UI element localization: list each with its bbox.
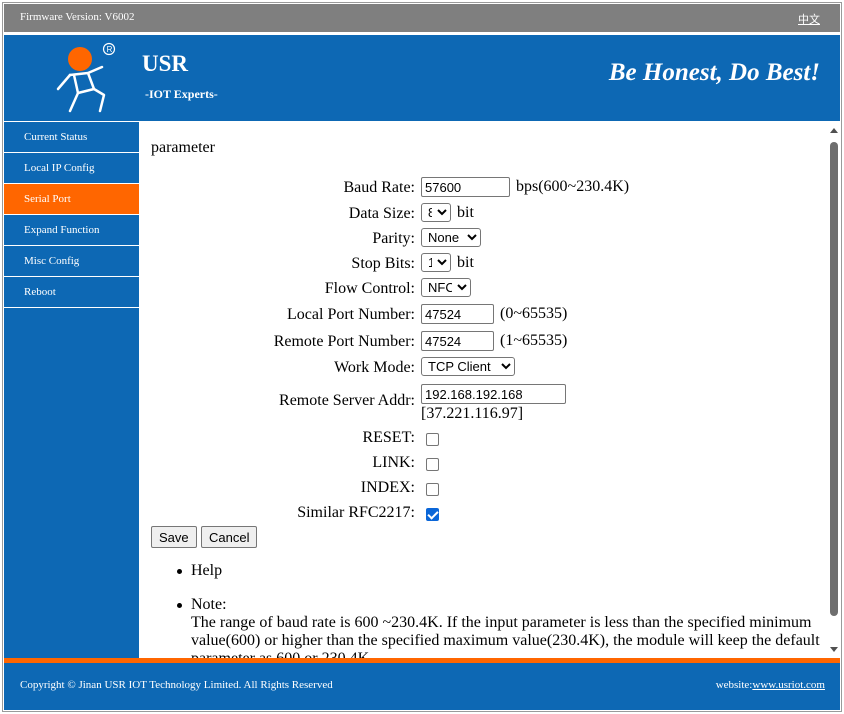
local-port-range: (0~65535) bbox=[500, 305, 568, 322]
footer: Copyright © Jinan USR IOT Technology Lim… bbox=[4, 663, 840, 710]
remote-port-label: Remote Port Number: bbox=[273, 333, 415, 350]
local-port-input[interactable] bbox=[421, 304, 494, 324]
bullet-dot bbox=[177, 569, 182, 574]
baud-rate-label: Baud Rate: bbox=[343, 179, 415, 196]
stop-bits-unit: bit bbox=[457, 253, 474, 271]
parity-row: Parity: None bbox=[139, 228, 829, 252]
local-port-row: Local Port Number: (0~65535) bbox=[139, 304, 829, 328]
copyright-text: Copyright © Jinan USR IOT Technology Lim… bbox=[20, 679, 333, 691]
main-content: parameter Baud Rate: bps(600~230.4K) Dat… bbox=[139, 122, 840, 658]
flow-control-label: Flow Control: bbox=[324, 280, 415, 297]
section-title: parameter bbox=[151, 139, 215, 156]
remote-server-label: Remote Server Addr: bbox=[279, 392, 415, 409]
data-size-row: Data Size: 8 bit bbox=[139, 203, 829, 227]
sidebar: Current Status Local IP Config Serial Po… bbox=[4, 122, 139, 658]
website-link[interactable]: www.usriot.com bbox=[752, 679, 825, 691]
scroll-down-arrow-icon[interactable] bbox=[830, 647, 838, 652]
remote-server-input[interactable] bbox=[421, 384, 566, 404]
link-row: LINK: bbox=[139, 452, 829, 476]
baud-rate-input[interactable] bbox=[421, 177, 510, 197]
index-checkbox[interactable] bbox=[426, 483, 439, 496]
remote-port-input[interactable] bbox=[421, 331, 494, 351]
rfc2217-checkbox[interactable] bbox=[426, 508, 439, 521]
sidebar-item-expand-function[interactable]: Expand Function bbox=[4, 215, 139, 246]
save-button[interactable]: Save bbox=[151, 526, 197, 548]
link-checkbox[interactable] bbox=[426, 458, 439, 471]
baud-rate-row: Baud Rate: bps(600~230.4K) bbox=[139, 177, 829, 201]
brand-name: USR bbox=[142, 51, 189, 76]
stop-bits-row: Stop Bits: 1 bit bbox=[139, 253, 829, 277]
top-bar: Firmware Version: V6002 中文 bbox=[4, 4, 840, 32]
index-label: INDEX: bbox=[360, 479, 415, 496]
firmware-version: Firmware Version: V6002 bbox=[20, 11, 135, 23]
flow-control-select[interactable]: NFC bbox=[421, 278, 471, 297]
local-port-label: Local Port Number: bbox=[287, 306, 415, 323]
link-label: LINK: bbox=[372, 454, 415, 471]
work-mode-select[interactable]: TCP Client bbox=[421, 357, 515, 376]
remote-server-resolved-ip: [37.221.116.97] bbox=[421, 405, 524, 422]
remote-port-range: (1~65535) bbox=[500, 332, 568, 349]
stop-bits-select[interactable]: 1 bbox=[421, 253, 451, 272]
sidebar-item-current-status[interactable]: Current Status bbox=[4, 122, 139, 153]
data-size-select[interactable]: 8 bbox=[421, 203, 451, 222]
remote-server-row: Remote Server Addr: [37.221.116.97] bbox=[139, 384, 829, 424]
sidebar-item-reboot[interactable]: Reboot bbox=[4, 277, 139, 308]
note-label: Note: bbox=[191, 596, 227, 613]
work-mode-label: Work Mode: bbox=[334, 359, 415, 376]
rfc2217-row: Similar RFC2217: bbox=[139, 502, 829, 526]
usr-logo-icon: R bbox=[56, 42, 116, 113]
remote-port-row: Remote Port Number: (1~65535) bbox=[139, 331, 829, 355]
reset-label: RESET: bbox=[362, 429, 415, 446]
reset-checkbox[interactable] bbox=[426, 433, 439, 446]
note-text: The range of baud rate is 600 ~230.4K. I… bbox=[191, 614, 820, 658]
data-size-unit: bit bbox=[457, 203, 474, 221]
flow-control-row: Flow Control: NFC bbox=[139, 278, 829, 302]
slogan: Be Honest, Do Best! bbox=[608, 59, 820, 86]
parity-label: Parity: bbox=[372, 230, 415, 247]
content-scrollbar[interactable] bbox=[828, 122, 840, 658]
baud-rate-unit: bps(600~230.4K) bbox=[516, 178, 630, 195]
language-link[interactable]: 中文 bbox=[798, 11, 820, 27]
website-info: website:www.usriot.com bbox=[716, 679, 825, 691]
website-label: website: bbox=[715, 679, 753, 691]
sidebar-item-misc-config[interactable]: Misc Config bbox=[4, 246, 139, 277]
data-size-label: Data Size: bbox=[348, 205, 415, 222]
svg-text:R: R bbox=[107, 45, 113, 54]
work-mode-row: Work Mode: TCP Client bbox=[139, 357, 829, 381]
rfc2217-label: Similar RFC2217: bbox=[297, 504, 415, 521]
sidebar-item-serial-port[interactable]: Serial Port bbox=[4, 184, 139, 215]
cancel-button[interactable]: Cancel bbox=[201, 526, 258, 548]
stop-bits-label: Stop Bits: bbox=[351, 255, 415, 272]
scrollbar-thumb[interactable] bbox=[830, 142, 838, 616]
help-title: Help bbox=[191, 562, 223, 579]
brand-tagline: -IOT Experts- bbox=[145, 87, 218, 101]
index-row: INDEX: bbox=[139, 477, 829, 501]
scroll-up-arrow-icon[interactable] bbox=[830, 128, 838, 133]
help-section: Help Note: The range of baud rate is 600… bbox=[177, 562, 821, 658]
bullet-dot bbox=[177, 603, 182, 608]
sidebar-item-local-ip-config[interactable]: Local IP Config bbox=[4, 153, 139, 184]
header-banner: R USR -IOT Experts- Be Honest, Do Best! bbox=[4, 35, 840, 121]
parity-select[interactable]: None bbox=[421, 228, 481, 247]
reset-row: RESET: bbox=[139, 427, 829, 451]
